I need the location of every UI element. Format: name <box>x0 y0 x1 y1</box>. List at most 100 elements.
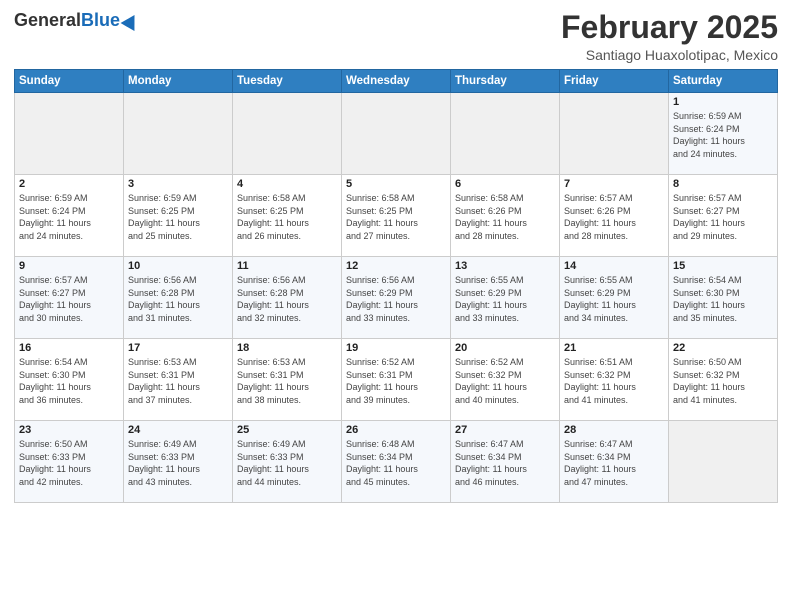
table-row: 10 Sunrise: 6:56 AM Sunset: 6:28 PM Dayli… <box>124 257 233 339</box>
table-row <box>669 421 778 503</box>
day-number: 19 <box>346 342 446 354</box>
day-number: 13 <box>455 260 555 272</box>
table-row: 19 Sunrise: 6:52 AM Sunset: 6:31 PM Dayli… <box>342 339 451 421</box>
col-wednesday: Wednesday <box>342 70 451 93</box>
day-number: 2 <box>19 178 119 190</box>
table-row: 27Sunrise: 6:47 AM Sunset: 6:34 PM Dayli… <box>451 421 560 503</box>
table-row: 17 Sunrise: 6:53 AM Sunset: 6:31 PM Dayli… <box>124 339 233 421</box>
table-row <box>15 93 124 175</box>
day-number: 6 <box>455 178 555 190</box>
day-info: Sunrise: 6:58 AM Sunset: 6:26 PM Dayligh… <box>455 192 555 242</box>
day-number: 20 <box>455 342 555 354</box>
day-info: Sunrise: 6:54 AM Sunset: 6:30 PM Dayligh… <box>673 274 773 324</box>
day-info: Sunrise: 6:55 AM Sunset: 6:29 PM Dayligh… <box>564 274 664 324</box>
col-friday: Friday <box>560 70 669 93</box>
day-info: Sunrise: 6:54 AM Sunset: 6:30 PM Dayligh… <box>19 356 119 406</box>
day-number: 26 <box>346 424 446 436</box>
table-row <box>560 93 669 175</box>
day-number: 9 <box>19 260 119 272</box>
table-row: 5Sunrise: 6:58 AM Sunset: 6:25 PM Daylig… <box>342 175 451 257</box>
day-number: 21 <box>564 342 664 354</box>
logo-triangle-icon <box>121 10 142 30</box>
day-number: 11 <box>237 260 337 272</box>
page: General Blue February 2025 Santiago Huax… <box>0 0 792 612</box>
table-row <box>451 93 560 175</box>
table-row: 18 Sunrise: 6:53 AM Sunset: 6:31 PM Dayli… <box>233 339 342 421</box>
day-number: 15 <box>673 260 773 272</box>
table-row: 15 Sunrise: 6:54 AM Sunset: 6:30 PM Dayli… <box>669 257 778 339</box>
day-number: 17 <box>128 342 228 354</box>
calendar-table: Sunday Monday Tuesday Wednesday Thursday… <box>14 69 778 503</box>
table-row: 12 Sunrise: 6:56 AM Sunset: 6:29 PM Dayli… <box>342 257 451 339</box>
table-row: 24 Sunrise: 6:49 AM Sunset: 6:33 PM Dayli… <box>124 421 233 503</box>
col-monday: Monday <box>124 70 233 93</box>
day-number: 22 <box>673 342 773 354</box>
table-row: 6 Sunrise: 6:58 AM Sunset: 6:26 PM Daylig… <box>451 175 560 257</box>
table-row: 21 Sunrise: 6:51 AM Sunset: 6:32 PM Dayli… <box>560 339 669 421</box>
table-row: 20 Sunrise: 6:52 AM Sunset: 6:32 PM Dayli… <box>451 339 560 421</box>
col-sunday: Sunday <box>15 70 124 93</box>
day-info: Sunrise: 6:49 AM Sunset: 6:33 PM Dayligh… <box>128 438 228 488</box>
day-info: Sunrise: 6:53 AM Sunset: 6:31 PM Dayligh… <box>237 356 337 406</box>
day-info: Sunrise: 6:50 AM Sunset: 6:33 PM Dayligh… <box>19 438 119 488</box>
table-row: 25 Sunrise: 6:49 AM Sunset: 6:33 PM Dayli… <box>233 421 342 503</box>
table-row <box>233 93 342 175</box>
day-number: 24 <box>128 424 228 436</box>
month-title: February 2025 <box>561 10 778 45</box>
table-row: 3 Sunrise: 6:59 AM Sunset: 6:25 PM Daylig… <box>124 175 233 257</box>
day-number: 18 <box>237 342 337 354</box>
table-row: 22 Sunrise: 6:50 AM Sunset: 6:32 PM Dayli… <box>669 339 778 421</box>
logo-blue-text: Blue <box>81 10 120 31</box>
day-info: Sunrise: 6:52 AM Sunset: 6:31 PM Dayligh… <box>346 356 446 406</box>
day-number: 25 <box>237 424 337 436</box>
table-row: 14 Sunrise: 6:55 AM Sunset: 6:29 PM Dayli… <box>560 257 669 339</box>
day-number: 4 <box>237 178 337 190</box>
day-info: Sunrise: 6:58 AM Sunset: 6:25 PM Dayligh… <box>346 192 446 242</box>
table-row <box>124 93 233 175</box>
table-row: 26 Sunrise: 6:48 AM Sunset: 6:34 PM Dayli… <box>342 421 451 503</box>
table-row: 28Sunrise: 6:47 AM Sunset: 6:34 PM Dayli… <box>560 421 669 503</box>
day-info: Sunrise: 6:53 AM Sunset: 6:31 PM Dayligh… <box>128 356 228 406</box>
day-number: 27 <box>455 424 555 436</box>
table-row: 2 Sunrise: 6:59 AM Sunset: 6:24 PM Daylig… <box>15 175 124 257</box>
day-info: Sunrise: 6:49 AM Sunset: 6:33 PM Dayligh… <box>237 438 337 488</box>
day-number: 7 <box>564 178 664 190</box>
table-row: 23 Sunrise: 6:50 AM Sunset: 6:33 PM Dayli… <box>15 421 124 503</box>
day-number: 12 <box>346 260 446 272</box>
logo-general-text: General <box>14 10 81 31</box>
day-number: 10 <box>128 260 228 272</box>
day-info: Sunrise: 6:51 AM Sunset: 6:32 PM Dayligh… <box>564 356 664 406</box>
day-info: Sunrise: 6:59 AM Sunset: 6:25 PM Dayligh… <box>128 192 228 242</box>
day-number: 8 <box>673 178 773 190</box>
day-number: 16 <box>19 342 119 354</box>
day-info: Sunrise: 6:56 AM Sunset: 6:29 PM Dayligh… <box>346 274 446 324</box>
day-number: 1 <box>673 96 773 108</box>
day-info: Sunrise: 6:52 AM Sunset: 6:32 PM Dayligh… <box>455 356 555 406</box>
table-row: 1Sunrise: 6:59 AM Sunset: 6:24 PM Daylig… <box>669 93 778 175</box>
table-row: 9 Sunrise: 6:57 AM Sunset: 6:27 PM Daylig… <box>15 257 124 339</box>
location-title: Santiago Huaxolotipac, Mexico <box>561 47 778 63</box>
day-info: Sunrise: 6:57 AM Sunset: 6:26 PM Dayligh… <box>564 192 664 242</box>
table-row <box>342 93 451 175</box>
col-tuesday: Tuesday <box>233 70 342 93</box>
table-row: 11 Sunrise: 6:56 AM Sunset: 6:28 PM Dayli… <box>233 257 342 339</box>
day-number: 3 <box>128 178 228 190</box>
col-thursday: Thursday <box>451 70 560 93</box>
day-info: Sunrise: 6:59 AM Sunset: 6:24 PM Dayligh… <box>19 192 119 242</box>
logo: General Blue <box>14 10 139 31</box>
table-row: 4Sunrise: 6:58 AM Sunset: 6:25 PM Daylig… <box>233 175 342 257</box>
day-number: 14 <box>564 260 664 272</box>
day-info: Sunrise: 6:57 AM Sunset: 6:27 PM Dayligh… <box>673 192 773 242</box>
table-row: 7 Sunrise: 6:57 AM Sunset: 6:26 PM Daylig… <box>560 175 669 257</box>
day-info: Sunrise: 6:55 AM Sunset: 6:29 PM Dayligh… <box>455 274 555 324</box>
day-info: Sunrise: 6:56 AM Sunset: 6:28 PM Dayligh… <box>128 274 228 324</box>
day-info: Sunrise: 6:48 AM Sunset: 6:34 PM Dayligh… <box>346 438 446 488</box>
col-saturday: Saturday <box>669 70 778 93</box>
title-block: February 2025 Santiago Huaxolotipac, Mex… <box>561 10 778 63</box>
day-info: Sunrise: 6:57 AM Sunset: 6:27 PM Dayligh… <box>19 274 119 324</box>
header: General Blue February 2025 Santiago Huax… <box>14 10 778 63</box>
day-number: 23 <box>19 424 119 436</box>
table-row: 13 Sunrise: 6:55 AM Sunset: 6:29 PM Dayli… <box>451 257 560 339</box>
day-info: Sunrise: 6:50 AM Sunset: 6:32 PM Dayligh… <box>673 356 773 406</box>
day-info: Sunrise: 6:56 AM Sunset: 6:28 PM Dayligh… <box>237 274 337 324</box>
